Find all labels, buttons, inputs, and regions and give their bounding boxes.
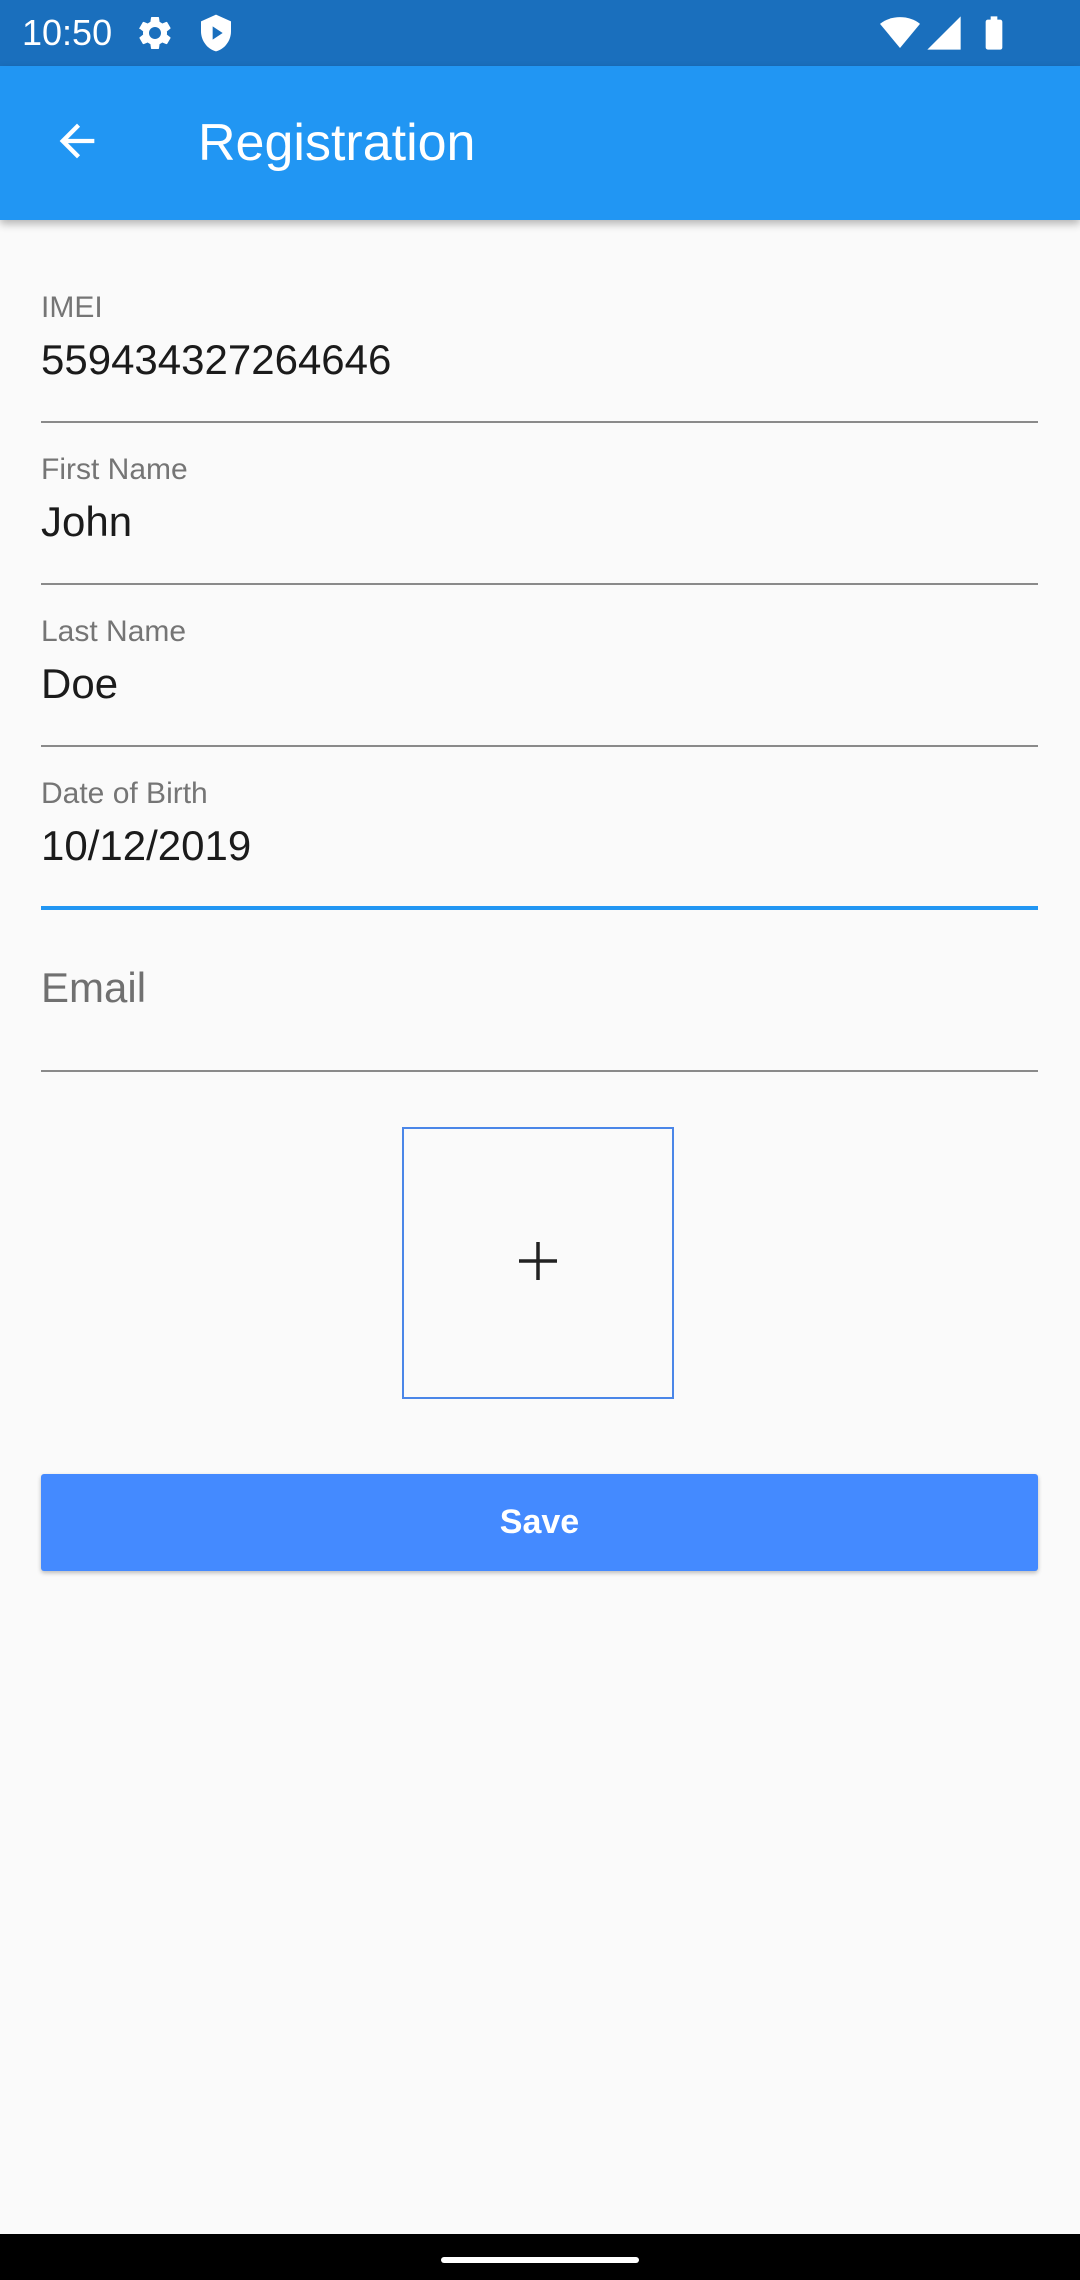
first-name-value[interactable]: John — [41, 496, 1038, 548]
date-of-birth-value[interactable]: 10/12/2019 — [41, 820, 1038, 872]
email-field[interactable]: Email — [41, 958, 1038, 1074]
page-title: Registration — [198, 114, 476, 172]
wifi-icon — [880, 13, 920, 53]
last-name-label: Last Name — [41, 615, 187, 648]
shield-icon — [196, 13, 236, 53]
email-placeholder: Email — [41, 964, 147, 1011]
first-name-underline — [41, 583, 1038, 585]
app-bar: Registration — [0, 66, 1080, 220]
navigation-bar — [0, 2234, 1080, 2280]
imei-value[interactable]: 559434327264646 — [41, 334, 1038, 386]
plus-icon — [516, 1239, 560, 1288]
home-handle[interactable] — [441, 2257, 639, 2263]
date-of-birth-field[interactable]: Date of Birth 10/12/2019 — [41, 772, 1038, 912]
date-of-birth-label: Date of Birth — [41, 777, 208, 810]
battery-icon — [974, 13, 1014, 53]
last-name-value[interactable]: Doe — [41, 658, 1038, 710]
imei-field[interactable]: IMEI 559434327264646 — [41, 286, 1038, 426]
arrow-back-icon — [51, 115, 103, 172]
status-bar: 10:50 — [0, 0, 1080, 66]
gear-icon — [135, 13, 175, 53]
email-underline — [41, 1070, 1038, 1072]
imei-label: IMEI — [41, 291, 103, 324]
first-name-field[interactable]: First Name John — [41, 448, 1038, 588]
add-photo-button[interactable] — [402, 1127, 674, 1399]
last-name-field[interactable]: Last Name Doe — [41, 610, 1038, 750]
date-of-birth-underline — [41, 906, 1038, 910]
save-button[interactable]: Save — [41, 1474, 1038, 1571]
last-name-underline — [41, 745, 1038, 747]
imei-underline — [41, 421, 1038, 423]
back-button[interactable] — [36, 102, 118, 184]
status-time: 10:50 — [22, 12, 113, 53]
signal-icon — [924, 13, 964, 53]
first-name-label: First Name — [41, 453, 188, 486]
